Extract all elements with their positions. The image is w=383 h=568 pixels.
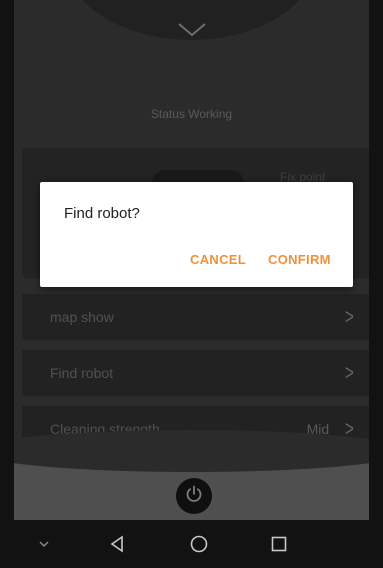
back-icon[interactable] <box>102 520 132 568</box>
dialog-title: Find robot? <box>64 205 140 222</box>
confirm-button[interactable]: CONFIRM <box>268 252 331 267</box>
hide-keyboard-icon[interactable] <box>32 520 56 568</box>
system-navigation-bar <box>14 520 369 568</box>
cancel-button[interactable]: CANCEL <box>190 252 246 267</box>
home-icon[interactable] <box>184 520 214 568</box>
find-robot-dialog: Find robot? CANCEL CONFIRM <box>40 182 353 287</box>
recents-icon[interactable] <box>264 520 294 568</box>
